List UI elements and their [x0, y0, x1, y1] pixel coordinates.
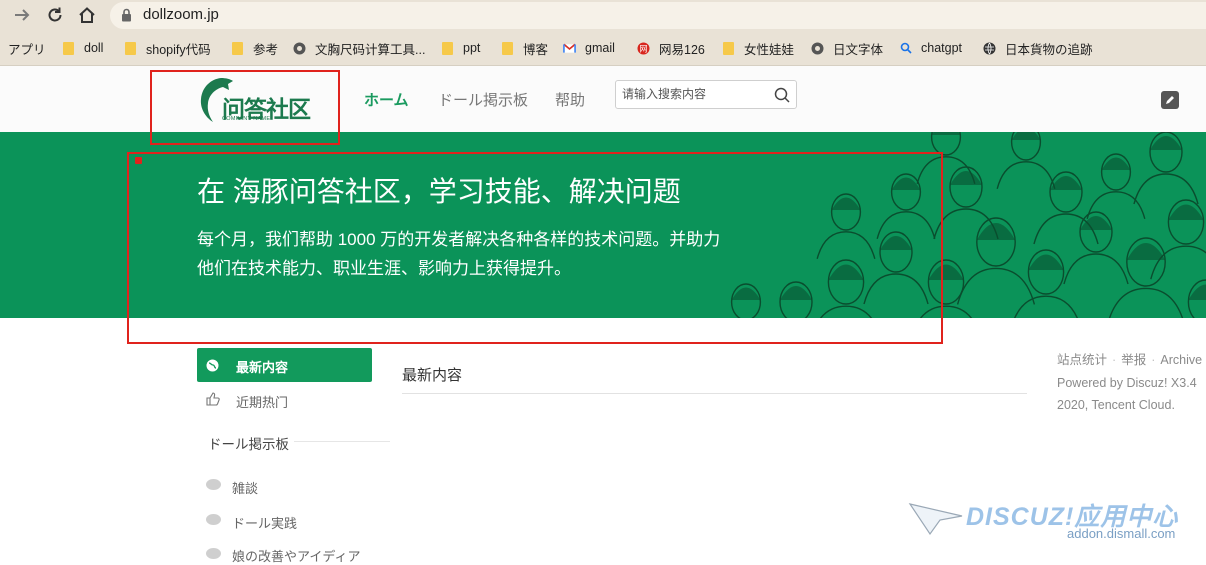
bookmark-label: 参考: [253, 42, 279, 57]
netease-icon: 网: [637, 41, 650, 55]
archive-link[interactable]: Archive: [1160, 353, 1202, 367]
bookmark-item[interactable]: 女性娃娃: [722, 40, 795, 57]
search-box: [615, 80, 797, 109]
folder-icon: [501, 41, 514, 55]
bookmark-item[interactable]: 网 网易126: [637, 40, 705, 57]
main-title: 最新内容: [402, 367, 463, 384]
person-sketch: [1063, 211, 1129, 285]
reload-button[interactable]: [44, 4, 66, 26]
nav-help[interactable]: 帮助: [555, 89, 585, 110]
bookmark-item[interactable]: 日文字体: [811, 40, 884, 57]
person-sketch: [1033, 171, 1099, 245]
bookmark-item[interactable]: 博客: [501, 40, 549, 57]
highlight-marker: [135, 157, 142, 164]
stats-link[interactable]: 站点统计: [1057, 353, 1107, 367]
bookmark-item[interactable]: 日本貨物の追跡: [983, 40, 1093, 57]
thumbs-up-icon: [206, 392, 220, 406]
chat-bubble-icon: [206, 548, 221, 559]
sidebar-section-title: ドール掲示板: [208, 437, 289, 452]
person-sketch: [1108, 237, 1184, 318]
sidebar-item-label: 最新内容: [236, 360, 289, 375]
person-sketch: [996, 132, 1056, 189]
site-icon: [811, 41, 824, 55]
bookmark-item[interactable]: 文胸尺码计算工具...: [293, 40, 426, 57]
watermark-url: addon.dismall.com: [1067, 526, 1176, 541]
sidebar-item-label: 娘の改善やアイディア: [232, 549, 361, 564]
bookmark-label: gmail: [585, 41, 615, 55]
nav-doll-board[interactable]: ドール掲示板: [438, 89, 528, 110]
globe-icon: [206, 359, 219, 372]
person-sketch: [1014, 249, 1078, 318]
bookmark-item[interactable]: アプリ: [8, 40, 46, 57]
bookmark-label: doll: [84, 41, 104, 55]
bookmark-item[interactable]: chatgpt: [899, 40, 962, 56]
reload-icon: [48, 7, 62, 22]
home-icon: [79, 7, 95, 23]
bookmark-item[interactable]: doll: [62, 40, 103, 56]
bookmark-label: 女性娃娃: [744, 42, 795, 57]
chat-bubble-icon: [206, 479, 221, 490]
bookmark-label: shopify代码: [146, 42, 211, 57]
site-icon: [293, 41, 306, 55]
post-button[interactable]: [1161, 91, 1179, 109]
bookmark-label: chatgpt: [921, 41, 963, 55]
address-bar[interactable]: [110, 2, 1206, 29]
search-input[interactable]: [622, 87, 767, 101]
bookmark-label: 博客: [523, 42, 549, 57]
pencil-icon: [1166, 96, 1174, 104]
person-sketch: [1187, 279, 1206, 318]
chat-bubble-icon: [206, 514, 221, 525]
person-sketch: [1133, 132, 1199, 205]
sidebar-item-latest[interactable]: 最新内容: [197, 348, 372, 382]
bookmark-label: 网易126: [659, 42, 705, 57]
arrow-right-icon: [15, 9, 30, 21]
watermark-arrow-icon: [908, 503, 963, 536]
bookmark-label: アプリ: [8, 42, 46, 57]
back-button[interactable]: [11, 4, 33, 26]
folder-icon: [231, 41, 244, 55]
link-separator: ·: [1112, 353, 1117, 367]
person-sketch: [1086, 153, 1146, 219]
bookmark-item[interactable]: 参考: [231, 40, 279, 57]
sidebar-item-label: ドール実践: [232, 516, 298, 531]
person-sketch: [1150, 199, 1206, 280]
bookmark-label: 文胸尺码计算工具...: [315, 42, 426, 57]
bookmark-item[interactable]: gmail: [563, 40, 615, 56]
footer-links: 站点统计 · 举报 · Archive: [1057, 349, 1202, 368]
globe-icon: [983, 41, 996, 55]
sidebar-item-label: 近期热门: [236, 395, 289, 410]
link-separator: ·: [1151, 353, 1156, 367]
search-icon: [899, 41, 912, 55]
copyright: 2020, Tencent Cloud.: [1057, 398, 1175, 412]
browser-toolbar: dollzoom.jp: [0, 0, 1206, 31]
gmail-icon: [563, 41, 576, 55]
bookmark-label: 日文字体: [833, 42, 884, 57]
home-button[interactable]: [76, 4, 98, 26]
report-link[interactable]: 举报: [1121, 353, 1146, 367]
lock-icon: [122, 8, 131, 22]
sidebar-item-label: 雑談: [232, 481, 259, 496]
logo-highlight-box: [150, 70, 340, 145]
bookmark-item[interactable]: shopify代码: [124, 40, 211, 57]
folder-icon: [722, 41, 735, 55]
section-divider: [294, 441, 390, 442]
folder-icon: [441, 41, 454, 55]
folder-icon: [124, 41, 137, 55]
folder-icon: [62, 41, 75, 55]
powered-by: Powered by Discuz! X3.4: [1057, 376, 1197, 390]
search-icon[interactable]: [774, 87, 790, 103]
nav-home[interactable]: ホーム: [364, 89, 409, 110]
url-text: dollzoom.jp: [143, 6, 219, 23]
svg-text:网: 网: [640, 44, 648, 53]
bookmark-item[interactable]: ppt: [441, 40, 480, 56]
bookmark-label: ppt: [463, 41, 481, 55]
main-divider: [402, 393, 1027, 394]
bookmark-label: 日本貨物の追跡: [1005, 42, 1093, 57]
hero-highlight-box: [127, 152, 943, 344]
